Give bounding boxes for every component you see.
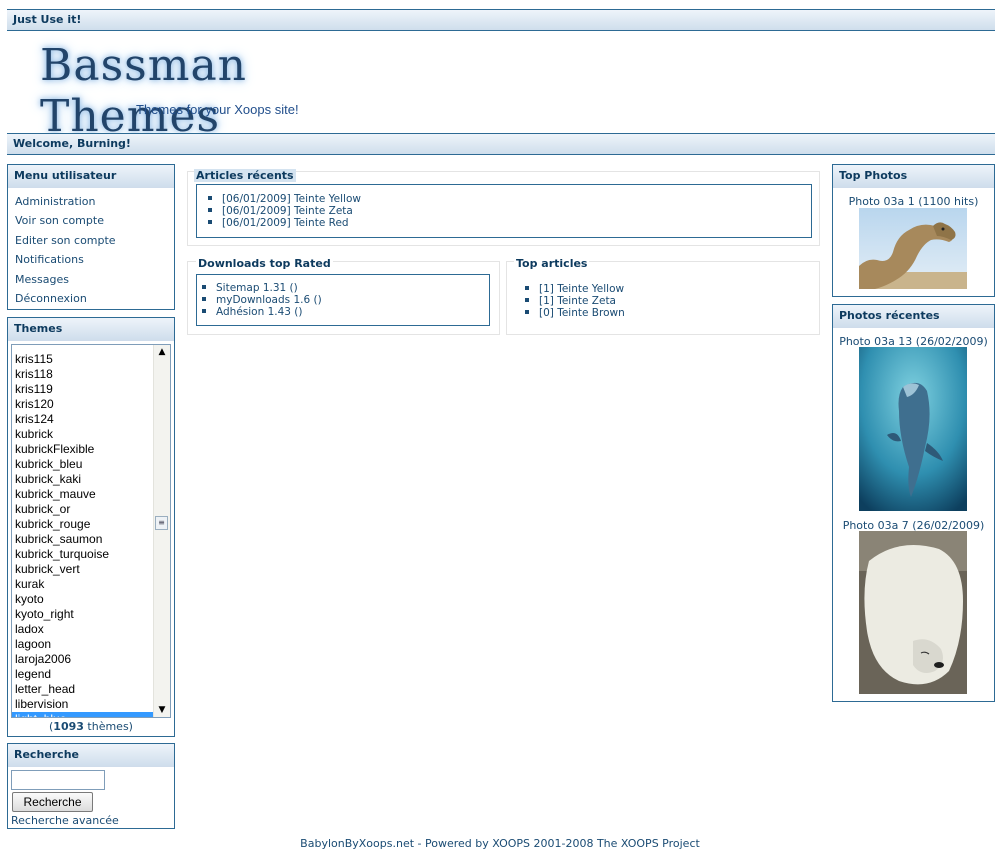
list-item[interactable]: [0] Teinte Brown bbox=[525, 307, 625, 319]
downloads-list: Sitemap 1.31 () myDownloads 1.6 () Adhés… bbox=[202, 282, 322, 318]
theme-options: kris115 kris118 kris119 kris120 kris124 … bbox=[12, 345, 154, 717]
recent-articles-list: [06/01/2009] Teinte Yellow [06/01/2009] … bbox=[208, 193, 361, 229]
themes-title: Themes bbox=[8, 318, 174, 341]
theme-option[interactable]: kyoto bbox=[12, 592, 154, 607]
theme-option[interactable]: kubrick_turquoise bbox=[12, 547, 154, 562]
theme-option[interactable]: kyoto_right bbox=[12, 607, 154, 622]
theme-option[interactable]: kurak bbox=[12, 577, 154, 592]
menu-item-edit-account[interactable]: Editer son compte bbox=[15, 234, 116, 247]
list-item[interactable]: [1] Teinte Zeta bbox=[525, 295, 625, 307]
themes-block: Themes kris115 kris118 kris119 kris120 k… bbox=[7, 317, 175, 737]
top-photo-caption[interactable]: Photo 03a 1 (1100 hits) bbox=[833, 195, 994, 208]
theme-option[interactable]: kubrick_vert bbox=[12, 562, 154, 577]
search-block: Recherche Recherche Recherche avancée bbox=[7, 743, 175, 829]
theme-option[interactable]: legend bbox=[12, 667, 154, 682]
list-item[interactable]: Adhésion 1.43 () bbox=[202, 306, 322, 318]
welcome-bar: Welcome, Burning! bbox=[7, 133, 995, 155]
theme-option[interactable]: kubrick_kaki bbox=[12, 472, 154, 487]
theme-option[interactable]: laroja2006 bbox=[12, 652, 154, 667]
camel-photo[interactable] bbox=[859, 208, 967, 289]
theme-option-selected[interactable]: light_blue bbox=[12, 712, 154, 717]
recent-photos-title: Photos récentes bbox=[833, 305, 994, 328]
theme-option[interactable]: kubrick_saumon bbox=[12, 532, 154, 547]
user-menu-list: Administration Voir son compte Editer so… bbox=[8, 188, 174, 308]
theme-option[interactable]: kris119 bbox=[12, 382, 154, 397]
scroll-down-arrow-icon[interactable]: ▼ bbox=[154, 703, 170, 717]
theme-option[interactable]: kris115 bbox=[12, 352, 154, 367]
top-photos-block: Top Photos Photo 03a 1 (1100 hits) bbox=[832, 164, 995, 297]
menu-item-notifications[interactable]: Notifications bbox=[15, 253, 84, 266]
site-slogan-bar: Just Use it! bbox=[7, 9, 995, 31]
menu-item-logout[interactable]: Déconnexion bbox=[15, 292, 87, 305]
welcome-message: Welcome, Burning! bbox=[13, 137, 131, 150]
theme-option[interactable]: kubrick_bleu bbox=[12, 457, 154, 472]
theme-option[interactable]: kris124 bbox=[12, 412, 154, 427]
site-logo[interactable]: Bassman Themes Themes for your Xoops sit… bbox=[40, 40, 380, 142]
theme-option[interactable]: kris120 bbox=[12, 397, 154, 412]
theme-option[interactable]: kris118 bbox=[12, 367, 154, 382]
menu-item-messages[interactable]: Messages bbox=[15, 273, 69, 286]
theme-count-number: 1093 bbox=[53, 720, 84, 733]
scroll-up-arrow-icon[interactable]: ▲ bbox=[154, 345, 170, 359]
scroll-thumb[interactable]: ≡ bbox=[155, 516, 168, 530]
top-articles-list: [1] Teinte Yellow [1] Teinte Zeta [0] Te… bbox=[525, 283, 625, 319]
menu-item-view-account[interactable]: Voir son compte bbox=[15, 214, 104, 227]
theme-option[interactable]: libervision bbox=[12, 697, 154, 712]
theme-option[interactable]: kubrick_or bbox=[12, 502, 154, 517]
recent-photos-block: Photos récentes Photo 03a 13 (26/02/2009… bbox=[832, 304, 995, 702]
search-button[interactable]: Recherche bbox=[12, 792, 93, 812]
downloads-title: Downloads top Rated bbox=[196, 257, 333, 270]
advanced-search-link[interactable]: Recherche avancée bbox=[11, 814, 119, 827]
theme-option[interactable]: kubrickFlexible bbox=[12, 442, 154, 457]
search-title: Recherche bbox=[8, 744, 174, 767]
theme-list-scrollbar[interactable]: ▲ ≡ ▼ bbox=[153, 345, 170, 717]
dolphin-photo[interactable] bbox=[859, 347, 967, 511]
theme-count: (1093 thèmes) bbox=[49, 720, 133, 733]
logo-title: Bassman Themes bbox=[40, 40, 248, 142]
list-item[interactable]: myDownloads 1.6 () bbox=[202, 294, 322, 306]
top-photos-title: Top Photos bbox=[833, 165, 994, 188]
top-articles-block: Top articles [1] Teinte Yellow [1] Teint… bbox=[506, 257, 820, 335]
user-menu-block: Menu utilisateur Administration Voir son… bbox=[7, 164, 175, 310]
footer-credits: BabylonByXoops.net - Powered by XOOPS 20… bbox=[300, 837, 700, 850]
top-articles-title: Top articles bbox=[514, 257, 590, 270]
theme-select-list[interactable]: kris115 kris118 kris119 kris120 kris124 … bbox=[11, 344, 171, 718]
logo-tagline: Themes for your Xoops site! bbox=[136, 102, 299, 117]
site-slogan: Just Use it! bbox=[13, 13, 82, 26]
theme-option[interactable]: kubrick_rouge bbox=[12, 517, 154, 532]
recent-articles-title: Articles récents bbox=[194, 169, 296, 182]
list-item[interactable]: [06/01/2009] Teinte Yellow bbox=[208, 193, 361, 205]
user-menu-title: Menu utilisateur bbox=[8, 165, 174, 188]
theme-option[interactable]: letter_head bbox=[12, 682, 154, 697]
theme-option[interactable]: kubrick_mauve bbox=[12, 487, 154, 502]
theme-option[interactable]: lagoon bbox=[12, 637, 154, 652]
list-item[interactable]: Sitemap 1.31 () bbox=[202, 282, 322, 294]
theme-option[interactable]: ladox bbox=[12, 622, 154, 637]
list-item[interactable]: [1] Teinte Yellow bbox=[525, 283, 625, 295]
downloads-top-rated-block: Downloads top Rated Sitemap 1.31 () myDo… bbox=[187, 257, 500, 335]
list-item[interactable]: [06/01/2009] Teinte Red bbox=[208, 217, 361, 229]
recent-articles-block: Articles récents [06/01/2009] Teinte Yel… bbox=[187, 169, 820, 246]
search-input[interactable] bbox=[11, 770, 105, 790]
theme-option-partial[interactable] bbox=[12, 345, 154, 352]
polar-bear-photo[interactable] bbox=[859, 531, 967, 694]
menu-item-administration[interactable]: Administration bbox=[15, 195, 96, 208]
theme-option[interactable]: kubrick bbox=[12, 427, 154, 442]
list-item[interactable]: [06/01/2009] Teinte Zeta bbox=[208, 205, 361, 217]
